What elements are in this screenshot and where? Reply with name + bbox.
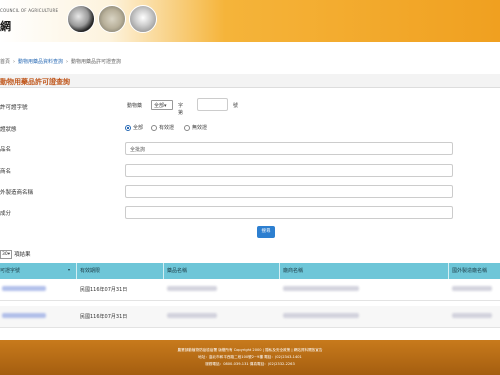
column-divider [448, 263, 449, 279]
page-title: 動物用藥品許可證查詢 [0, 78, 70, 86]
redacted-drug-name [167, 313, 217, 318]
redacted-vendor-name [283, 313, 359, 318]
breadcrumb-section[interactable]: 動物用藥品資料查詢 [18, 59, 63, 65]
status-radio-invalid[interactable]: 無效證 [184, 124, 207, 131]
table-row[interactable]: 民國116年07月31日 [0, 306, 500, 328]
banner-photo [129, 5, 157, 33]
breadcrumb-current: 動物用藥品許可證查詢 [71, 59, 122, 65]
page-size-label: 項結果 [14, 252, 31, 258]
col-header-drug-name[interactable]: 藥品名稱 [167, 267, 187, 274]
breadcrumb: 首頁 › 動物用藥品資料查詢 › 動物用藥品許可證查詢 [0, 59, 122, 65]
column-divider [76, 263, 77, 279]
status-option-label: 有效證 [159, 125, 175, 131]
site-footer: 農業部動植物防疫檢疫署 版權所有 Copyright 2000 | 隱私及安全政… [0, 340, 500, 375]
license-label: 許可證字號 [0, 105, 28, 111]
banner-photo [98, 5, 126, 33]
ministry-name: COUNCIL OF AGRICULTURE [0, 8, 59, 13]
column-divider [163, 263, 164, 279]
search-button[interactable]: 搜尋 [257, 226, 275, 238]
redacted-vendor-name [283, 286, 359, 291]
redacted-license-link[interactable] [2, 286, 46, 291]
redacted-manufacturer [452, 313, 492, 318]
expiry-cell: 民國116年07月31日 [80, 287, 128, 293]
page-size-control: 30▾ 項結果 [0, 250, 31, 259]
license-type-value: 全部 [154, 103, 165, 109]
ingredient-input[interactable] [125, 206, 453, 219]
status-radio-all[interactable]: 全部 [125, 124, 143, 131]
radio-icon [184, 124, 190, 131]
page-size-select[interactable]: 30▾ [0, 250, 12, 259]
foreign-manufacturer-input[interactable] [125, 185, 453, 198]
footer-copyright: 農業部動植物防疫檢疫署 版權所有 Copyright 2000 | 隱私及安全政… [177, 348, 323, 352]
breadcrumb-home[interactable]: 首頁 [0, 59, 10, 65]
site-header: COUNCIL OF AGRICULTURE 網 [0, 0, 500, 42]
vendor-name-label: 商名 [0, 169, 12, 175]
footer-address: 地址：臺北市和平西路二段100號2~9樓 電話：(02)2343-1401 [198, 355, 302, 359]
col-header-license[interactable]: 可證字號 [0, 267, 20, 274]
status-radio-valid[interactable]: 有效證 [151, 124, 174, 131]
table-header: 可證字號 ▾ 有效期限 藥品名稱 廠商名稱 國外製造廠名稱 [0, 263, 500, 279]
radio-icon [151, 124, 157, 131]
sort-icon[interactable]: ▾ [68, 267, 70, 272]
column-divider [279, 263, 280, 279]
license-type-select[interactable]: 全部▾ [151, 100, 173, 110]
table-row[interactable]: 民國116年07月31日 [0, 279, 500, 301]
col-header-foreign-manufacturer[interactable]: 國外製造廠名稱 [452, 267, 487, 274]
status-option-label: 無效證 [192, 125, 208, 131]
redacted-manufacturer [452, 286, 492, 291]
vendor-name-input[interactable] [125, 164, 453, 177]
license-number-input[interactable] [197, 98, 228, 111]
license-zi-label: 字第 [178, 103, 184, 116]
drug-name-label: 品名 [0, 147, 12, 153]
drug-name-placeholder: 全批詢 [130, 147, 146, 153]
footer-phone: 服務電話：0800-039-131 傳真電話：(02)2332-2263 [205, 362, 295, 366]
license-prefix: 動物藥 [127, 103, 143, 109]
license-number-row: 動物藥 全部▾ 字第 號 [127, 98, 238, 116]
banner-photo [67, 5, 95, 33]
page-title-bar: 動物用藥品許可證查詢 [0, 74, 500, 88]
redacted-drug-name [167, 286, 217, 291]
expiry-cell: 民國116年07月31日 [80, 314, 128, 320]
col-header-expiry[interactable]: 有效期限 [80, 267, 100, 274]
status-label: 證狀態 [0, 127, 17, 133]
col-header-vendor[interactable]: 廠商名稱 [283, 267, 303, 274]
site-title: 網 [0, 20, 11, 33]
ingredient-label: 成分 [0, 211, 12, 217]
drug-name-input[interactable]: 全批詢 [125, 142, 453, 155]
license-hao-label: 號 [233, 103, 239, 109]
page-size-value: 30 [2, 252, 8, 257]
redacted-license-link[interactable] [2, 313, 46, 318]
status-option-label: 全部 [133, 125, 144, 131]
radio-selected-icon [125, 124, 131, 131]
foreign-manufacturer-label: 外製造商名稱 [0, 190, 34, 196]
